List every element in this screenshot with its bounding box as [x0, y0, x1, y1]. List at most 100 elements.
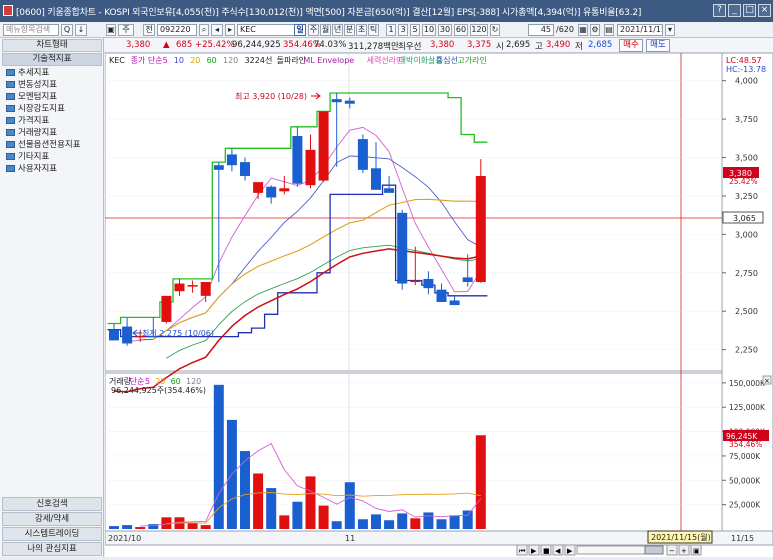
tree-item-label: 시장강도지표 [18, 104, 65, 114]
date-field[interactable]: 2021/11/15 [617, 24, 663, 36]
next-stock-icon[interactable]: ▸ [225, 24, 235, 36]
search-icon[interactable]: Q [61, 24, 73, 36]
data-count-input[interactable]: 45 [528, 24, 554, 36]
volume-bar [279, 515, 290, 529]
volume-bar [449, 515, 460, 529]
settings-icon[interactable]: ⚙ [590, 24, 600, 36]
tree-item-futures-options[interactable]: 선물옵션전용지표 [6, 140, 81, 151]
price-tick-label: 3,750 [735, 115, 758, 124]
prev-stock-icon[interactable]: ◂ [211, 24, 223, 36]
tab-signal-search[interactable]: 신호검색 [2, 497, 102, 511]
volume-legend-item: 단순 [130, 376, 145, 386]
volume-bar [423, 512, 434, 529]
candle-body [122, 326, 133, 344]
grid-icon[interactable]: ▦ [578, 24, 588, 36]
app-icon [3, 5, 13, 16]
period-minute-button[interactable]: 분 [344, 24, 355, 36]
interval-30-button[interactable]: 30 [438, 24, 452, 36]
price-legend-item: 120 [223, 56, 238, 65]
stop-icon: ■ [543, 547, 550, 555]
period-week-button[interactable]: 주 [308, 24, 319, 36]
chart-svg[interactable]: KEC 종가 단순 5 10 20 60 120 3224선 돌파라인ML Envelope 세력… [104, 52, 773, 557]
sell-button[interactable]: 매도 [646, 39, 670, 52]
tab-bull-bear[interactable]: 강세/약세 [2, 512, 102, 526]
volume-legend-item: 20 [155, 377, 165, 386]
period-year-button[interactable]: 년 [332, 24, 343, 36]
volume-text: 96,244,925주(354.46%) [111, 386, 206, 395]
chevron-down-icon[interactable]: ▾ [665, 24, 675, 36]
tree-item-other[interactable]: 기타지표 [6, 152, 49, 163]
period-month-button[interactable]: 월 [320, 24, 331, 36]
tab-my-indicators[interactable]: 나의 관심지표 [2, 542, 102, 556]
candle-body [344, 100, 355, 104]
candle-body [240, 162, 250, 176]
candle-body [384, 188, 395, 193]
price-legend: KEC 종가 단순 5 10 20 60 120 3224선 돌파라인ML Envelope 세력… [109, 55, 487, 65]
tree-item-user[interactable]: 사용자지표 [6, 164, 57, 175]
current-price: 3,380 [126, 40, 151, 50]
tree-item-trend[interactable]: 추세지표 [6, 68, 49, 79]
tree-item-volume[interactable]: 거래량지표 [6, 128, 57, 139]
chart-area[interactable]: KEC 종가 단순 5 10 20 60 120 3224선 돌파라인 ML Envelope 세력… [104, 52, 773, 557]
calendar-icon[interactable]: ▤ [604, 24, 614, 36]
price-legend-item: KEC [109, 56, 125, 65]
tab-chart-type[interactable]: 차트형태 [2, 39, 102, 52]
menu-search-input[interactable]: 메뉴항목검색 [3, 24, 59, 36]
scroll-thumb[interactable] [644, 545, 664, 555]
candle-body [357, 139, 368, 170]
price-legend-item: 돌파라인 [277, 55, 306, 65]
folder-icon [6, 93, 15, 100]
refresh-icon[interactable]: ↻ [490, 24, 500, 36]
volume-bar [436, 519, 447, 529]
candle-body [397, 212, 408, 284]
candle-body [436, 289, 447, 302]
interval-1-button[interactable]: 1 [386, 24, 396, 36]
close-button[interactable]: × [758, 4, 771, 17]
stock-name-field[interactable]: KEC [237, 24, 295, 36]
volume-legend-item: 거래량 [109, 376, 132, 386]
best-price-label: 최우선 [398, 42, 422, 52]
help-button[interactable]: ? [713, 4, 726, 17]
tree-item-label: 추세지표 [18, 68, 50, 78]
tree-item-label: 기타지표 [18, 152, 50, 162]
stock-code-input[interactable]: 092220 [157, 24, 197, 36]
period-second-button[interactable]: 초 [356, 24, 367, 36]
interval-10-button[interactable]: 10 [422, 24, 436, 36]
hc-label: HC:-13.78 [726, 65, 766, 74]
minimize-button[interactable]: _ [728, 4, 741, 17]
low-price: 2,685 [588, 40, 613, 50]
interval-120-button[interactable]: 120 [470, 24, 488, 36]
current-pct-tag-text: 25.42% [729, 177, 758, 186]
volume-bar [384, 520, 395, 529]
tab-system-trading[interactable]: 시스템트레이딩 [2, 527, 102, 541]
volume: 96,244,925 [232, 40, 281, 50]
buy-button[interactable]: 매수 [619, 39, 643, 52]
price-legend-item: 고가라인 [457, 55, 486, 65]
tree-item-volatility[interactable]: 변동성지표 [6, 80, 57, 91]
open-label: 시 [496, 42, 504, 52]
market-type-select[interactable]: 주 [118, 24, 134, 36]
volume-legend-item: 5 [145, 377, 150, 386]
period-day-button[interactable]: 일 [294, 24, 306, 36]
tree-item-label: 모멘텀지표 [18, 92, 58, 102]
maximize-button[interactable]: □ [743, 4, 756, 17]
tree-item-price[interactable]: 가격지표 [6, 116, 49, 127]
interval-5-button[interactable]: 5 [410, 24, 420, 36]
tree-item-label: 가격지표 [18, 116, 50, 126]
interval-3-button[interactable]: 3 [398, 24, 408, 36]
all-toggle[interactable]: 전 [143, 24, 155, 36]
volume-bar [305, 476, 316, 529]
chart-icon[interactable]: ▣ [106, 24, 116, 36]
search-icon[interactable]: ⌕ [199, 24, 209, 36]
tree-item-label: 사용자지표 [18, 164, 58, 174]
price-tick-label: 3,250 [735, 192, 758, 201]
period-tick-button[interactable]: 틱 [368, 24, 379, 36]
tree-item-market-strength[interactable]: 시장강도지표 [6, 104, 65, 115]
tree-item-label: 선물옵션전용지표 [18, 140, 81, 150]
tab-technical-indicators[interactable]: 기술적지표 [2, 53, 102, 66]
interval-60-button[interactable]: 60 [454, 24, 468, 36]
scroll-controls[interactable]: ⏮ ▶ ■ ◀ ▶ − + ▣ [516, 544, 702, 556]
arrow-down-icon[interactable]: ↓ [75, 24, 87, 36]
tree-item-momentum[interactable]: 모멘텀지표 [6, 92, 57, 103]
price-legend-item: 종가 단순 [131, 55, 163, 65]
